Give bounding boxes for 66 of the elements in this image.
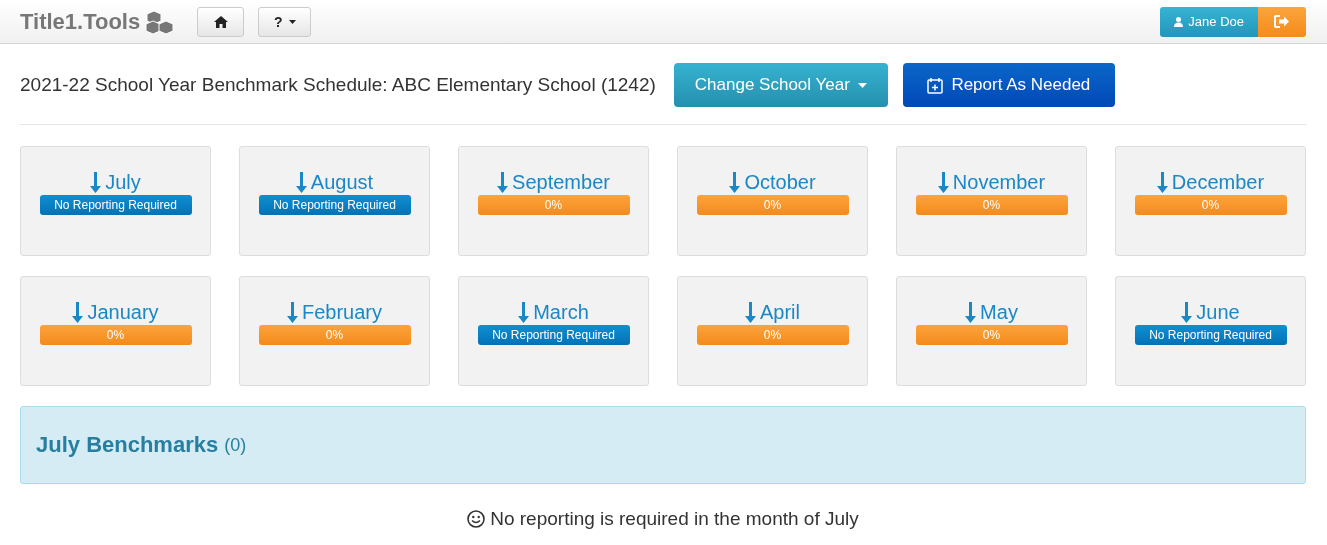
smiley-icon bbox=[467, 510, 486, 528]
month-card[interactable]: August No Reporting Required bbox=[239, 146, 430, 256]
home-button[interactable] bbox=[197, 6, 245, 37]
status-bar: 0% bbox=[915, 195, 1068, 215]
month-card[interactable]: February 0% bbox=[239, 276, 430, 386]
month-name: July bbox=[105, 170, 141, 194]
down-arrow-icon bbox=[965, 301, 977, 323]
down-arrow-icon bbox=[745, 301, 756, 323]
month-name: April bbox=[760, 300, 800, 324]
month-name: December bbox=[1171, 170, 1265, 194]
status-bar: No Reporting Required bbox=[39, 195, 192, 215]
status-bar: No Reporting Required bbox=[477, 325, 630, 345]
status-bar: 0% bbox=[258, 325, 411, 345]
calendar-plus-icon bbox=[927, 76, 944, 94]
status-bar: 0% bbox=[696, 325, 849, 345]
help-dropdown-button[interactable]: ? bbox=[258, 6, 312, 37]
down-arrow-icon bbox=[937, 171, 949, 193]
status-bar: 0% bbox=[1134, 195, 1287, 215]
down-arrow-icon bbox=[1181, 301, 1193, 323]
caret-icon bbox=[288, 19, 296, 24]
user-icon bbox=[1174, 16, 1184, 27]
page-title: 2021-22 School Year Benchmark Schedule: ABC Elementary School (1242) bbox=[20, 74, 656, 96]
month-card[interactable]: December 0% bbox=[1115, 146, 1306, 256]
month-card[interactable]: April 0% bbox=[677, 276, 868, 386]
month-name: September bbox=[512, 170, 610, 194]
benchmark-count: (0) bbox=[224, 434, 247, 456]
down-arrow-icon bbox=[497, 171, 509, 193]
status-bar: 0% bbox=[477, 195, 630, 215]
month-name: October bbox=[744, 170, 816, 194]
month-card[interactable]: January 0% bbox=[20, 276, 211, 386]
change-school-year-button[interactable]: Change School Year bbox=[673, 63, 888, 107]
user-button[interactable]: Jane Doe bbox=[1160, 6, 1258, 37]
panel-title: July Benchmarks bbox=[36, 432, 219, 458]
brand-logo-text[interactable]: Title1.Tools bbox=[20, 8, 141, 35]
month-name: January bbox=[87, 300, 159, 324]
month-name: August bbox=[310, 170, 374, 194]
status-bar: No Reporting Required bbox=[1134, 325, 1287, 345]
down-arrow-icon bbox=[729, 171, 741, 193]
cubes-icon bbox=[145, 9, 176, 34]
month-card[interactable]: March No Reporting Required bbox=[458, 276, 649, 386]
caret-icon bbox=[857, 82, 867, 88]
empty-message: No reporting is required in the month of July bbox=[490, 508, 859, 530]
month-card[interactable]: October 0% bbox=[677, 146, 868, 256]
home-icon bbox=[213, 15, 228, 28]
down-arrow-icon bbox=[518, 301, 530, 323]
month-card[interactable]: July No Reporting Required bbox=[20, 146, 211, 256]
status-bar: No Reporting Required bbox=[258, 195, 411, 215]
sign-out-icon bbox=[1274, 15, 1290, 28]
down-arrow-icon bbox=[1156, 171, 1168, 193]
month-card[interactable]: May 0% bbox=[896, 276, 1087, 386]
month-card[interactable]: September 0% bbox=[458, 146, 649, 256]
month-name: June bbox=[1196, 300, 1240, 324]
down-arrow-icon bbox=[72, 301, 84, 323]
report-as-needed-button[interactable]: Report As Needed bbox=[902, 63, 1115, 107]
month-name: March bbox=[533, 300, 589, 324]
month-name: February bbox=[302, 300, 382, 324]
down-arrow-icon bbox=[287, 301, 298, 323]
status-bar: 0% bbox=[915, 325, 1068, 345]
month-card[interactable]: June No Reporting Required bbox=[1115, 276, 1306, 386]
down-arrow-icon bbox=[90, 171, 102, 193]
month-card[interactable]: November 0% bbox=[896, 146, 1087, 256]
status-bar: 0% bbox=[39, 325, 192, 345]
down-arrow-icon bbox=[295, 171, 307, 193]
month-name: May bbox=[980, 300, 1018, 324]
status-bar: 0% bbox=[696, 195, 849, 215]
month-name: November bbox=[952, 170, 1046, 194]
